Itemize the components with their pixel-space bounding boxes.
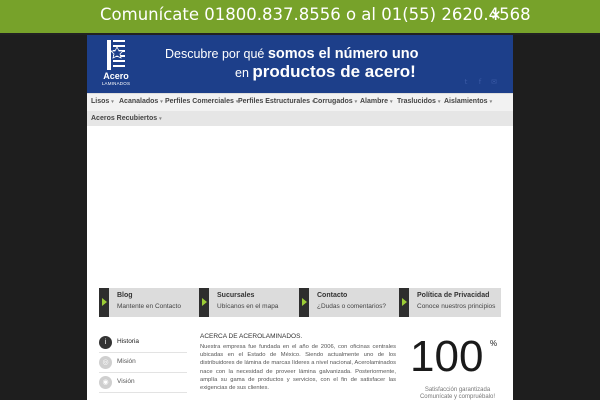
slogan-line-1-normal: Descubre por qué bbox=[165, 47, 268, 61]
stat-caption-2: Comunícate y compruébalo! bbox=[419, 394, 496, 400]
feature-contacto[interactable]: Contacto ¿Dudas o comentarios? bbox=[299, 288, 399, 317]
tab-historia[interactable]: i Historia bbox=[99, 333, 187, 353]
nav-row-1: Lisos ▾ Acanalados ▾ Perfiles Comerciales ▾… bbox=[87, 94, 513, 111]
chevron-down-icon: ▾ bbox=[390, 99, 393, 105]
feature-subtitle: Conoce nuestros principios bbox=[417, 303, 496, 310]
nav-item-lisos[interactable]: Lisos ▾ bbox=[91, 98, 114, 105]
satisfaction-stat: 100 % Satisfacción garantizada Comunícat… bbox=[402, 333, 513, 400]
feature-title: Sucursales bbox=[217, 292, 255, 299]
nav-label: Aceros Recubiertos bbox=[91, 115, 158, 122]
feature-sucursales[interactable]: Sucursales Ubícanos en el mapa bbox=[199, 288, 299, 317]
about-tabs: i Historia ◎ Misión ◉ Visión bbox=[99, 333, 189, 400]
email-icon[interactable]: ✉ bbox=[489, 78, 499, 86]
main-nav: Lisos ▾ Acanalados ▾ Perfiles Comerciales ▾… bbox=[87, 93, 513, 127]
nav-label: Acanalados bbox=[119, 98, 159, 105]
logo[interactable]: Acero LAMINADOS bbox=[97, 39, 135, 89]
about-section: i Historia ◎ Misión ◉ Visión ACERCA DE A… bbox=[87, 323, 513, 400]
tab-label: Misión bbox=[117, 358, 136, 365]
target-icon: ◎ bbox=[99, 356, 112, 369]
chevron-down-icon: ▾ bbox=[489, 99, 493, 105]
twitter-icon[interactable]: t bbox=[461, 78, 471, 86]
nav-label: Corrugados bbox=[313, 98, 353, 105]
stat-unit: % bbox=[490, 339, 498, 348]
nav-item-aceros-recubiertos[interactable]: Aceros Recubiertos ▾ bbox=[91, 115, 162, 122]
site-header: Acero LAMINADOS Descubre por qué somos e… bbox=[87, 35, 513, 93]
arrow-right-icon bbox=[199, 288, 209, 317]
chevron-down-icon: ▾ bbox=[437, 99, 441, 105]
slogan-line-2: en productos de acero! bbox=[235, 62, 416, 82]
feature-subtitle: Mantente en Contacto bbox=[117, 303, 181, 310]
chevron-down-icon: ▾ bbox=[354, 99, 358, 105]
slogan-line-1-bold: somos el número uno bbox=[267, 46, 419, 62]
nav-label: Traslucidos bbox=[397, 98, 436, 105]
feature-subtitle: ¿Dudas o comentarios? bbox=[317, 303, 387, 310]
social-links: t f ✉ bbox=[461, 69, 507, 86]
divider bbox=[99, 392, 187, 393]
chevron-down-icon: ▾ bbox=[159, 116, 162, 122]
logo-subname: LAMINADOS bbox=[101, 81, 131, 86]
arrow-right-icon bbox=[299, 288, 309, 317]
phone-numbers[interactable]: Comunícate 01800.837.8556 o al 01(55) 26… bbox=[100, 5, 531, 24]
feature-title: Blog bbox=[117, 292, 133, 299]
close-icon[interactable]: × bbox=[489, 9, 503, 23]
slogan-line-1: Descubre por qué somos el número uno bbox=[165, 46, 419, 62]
nav-item-perfiles-comerciales[interactable]: Perfiles Comerciales ▾ bbox=[165, 98, 238, 105]
chevron-down-icon: ▾ bbox=[111, 99, 114, 105]
tab-label: Historia bbox=[117, 338, 140, 345]
nav-item-alambre[interactable]: Alambre ▾ bbox=[360, 98, 393, 105]
about-text: ACERCA DE ACEROLAMINADOS. Nuestra empres… bbox=[200, 333, 396, 392]
feature-strip: Blog Mantente en Contacto Sucursales Ubí… bbox=[87, 283, 513, 323]
info-icon: i bbox=[99, 336, 112, 349]
nav-item-corrugados[interactable]: Corrugados ▾ bbox=[313, 98, 357, 105]
nav-label: Perfiles Comerciales bbox=[165, 98, 234, 105]
feature-title: Política de Privacidad bbox=[417, 292, 490, 299]
slogan-line-2-bold: productos de acero! bbox=[252, 62, 416, 81]
arrow-right-icon bbox=[99, 288, 109, 317]
arrow-right-icon bbox=[399, 288, 409, 317]
logo-name: Acero bbox=[103, 71, 129, 81]
nav-label: Alambre bbox=[360, 98, 389, 105]
nav-row-2: Aceros Recubiertos ▾ bbox=[87, 111, 513, 127]
stat-caption: Satisfacción garantizada bbox=[424, 387, 491, 393]
contact-bar: Comunícate 01800.837.8556 o al 01(55) 26… bbox=[0, 0, 600, 33]
feature-title: Contacto bbox=[317, 292, 348, 299]
logo-mark-icon bbox=[107, 40, 125, 70]
nav-label: Lisos bbox=[91, 98, 110, 105]
nav-item-acanalados[interactable]: Acanalados ▾ bbox=[119, 98, 163, 105]
header-banner: Acero LAMINADOS Descubre por qué somos e… bbox=[87, 35, 513, 93]
about-title: ACERCA DE ACEROLAMINADOS. bbox=[200, 333, 303, 340]
nav-item-traslucidos[interactable]: Traslucidos ▾ bbox=[397, 98, 440, 105]
slogan-line-2-normal: en bbox=[235, 66, 253, 80]
nav-item-aislamientos[interactable]: Aislamientos ▾ bbox=[444, 98, 492, 105]
about-body: Nuestra empresa fue fundada en el año de… bbox=[200, 344, 396, 392]
feature-privacidad[interactable]: Política de Privacidad Conoce nuestros p… bbox=[399, 288, 501, 317]
facebook-icon[interactable]: f bbox=[475, 78, 485, 86]
feature-blog[interactable]: Blog Mantente en Contacto bbox=[99, 288, 199, 317]
nav-label: Aislamientos bbox=[444, 98, 488, 105]
stat-value: 100 bbox=[410, 332, 484, 381]
nav-item-perfiles-estructurales[interactable]: Perfiles Estructurales ▾ bbox=[238, 98, 315, 105]
eye-icon: ◉ bbox=[99, 376, 112, 389]
tab-mision[interactable]: ◎ Misión bbox=[99, 353, 187, 373]
hero-slider bbox=[87, 126, 513, 283]
tab-label: Visión bbox=[117, 378, 135, 385]
feature-subtitle: Ubícanos en el mapa bbox=[217, 303, 279, 310]
tab-vision[interactable]: ◉ Visión bbox=[99, 373, 187, 393]
nav-label: Perfiles Estructurales bbox=[238, 98, 310, 105]
chevron-down-icon: ▾ bbox=[160, 99, 163, 105]
